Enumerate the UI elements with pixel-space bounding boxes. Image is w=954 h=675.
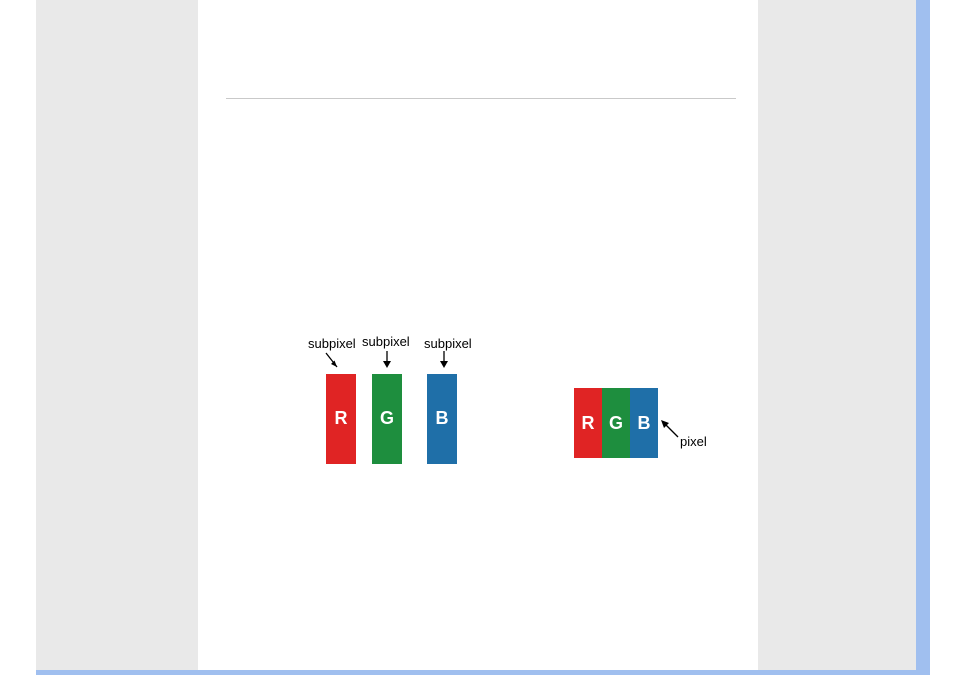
- horizontal-rule: [226, 98, 736, 99]
- viewer-viewport: subpixel subpixel subpixel R G B R G B: [36, 0, 930, 675]
- document-page: [198, 0, 758, 670]
